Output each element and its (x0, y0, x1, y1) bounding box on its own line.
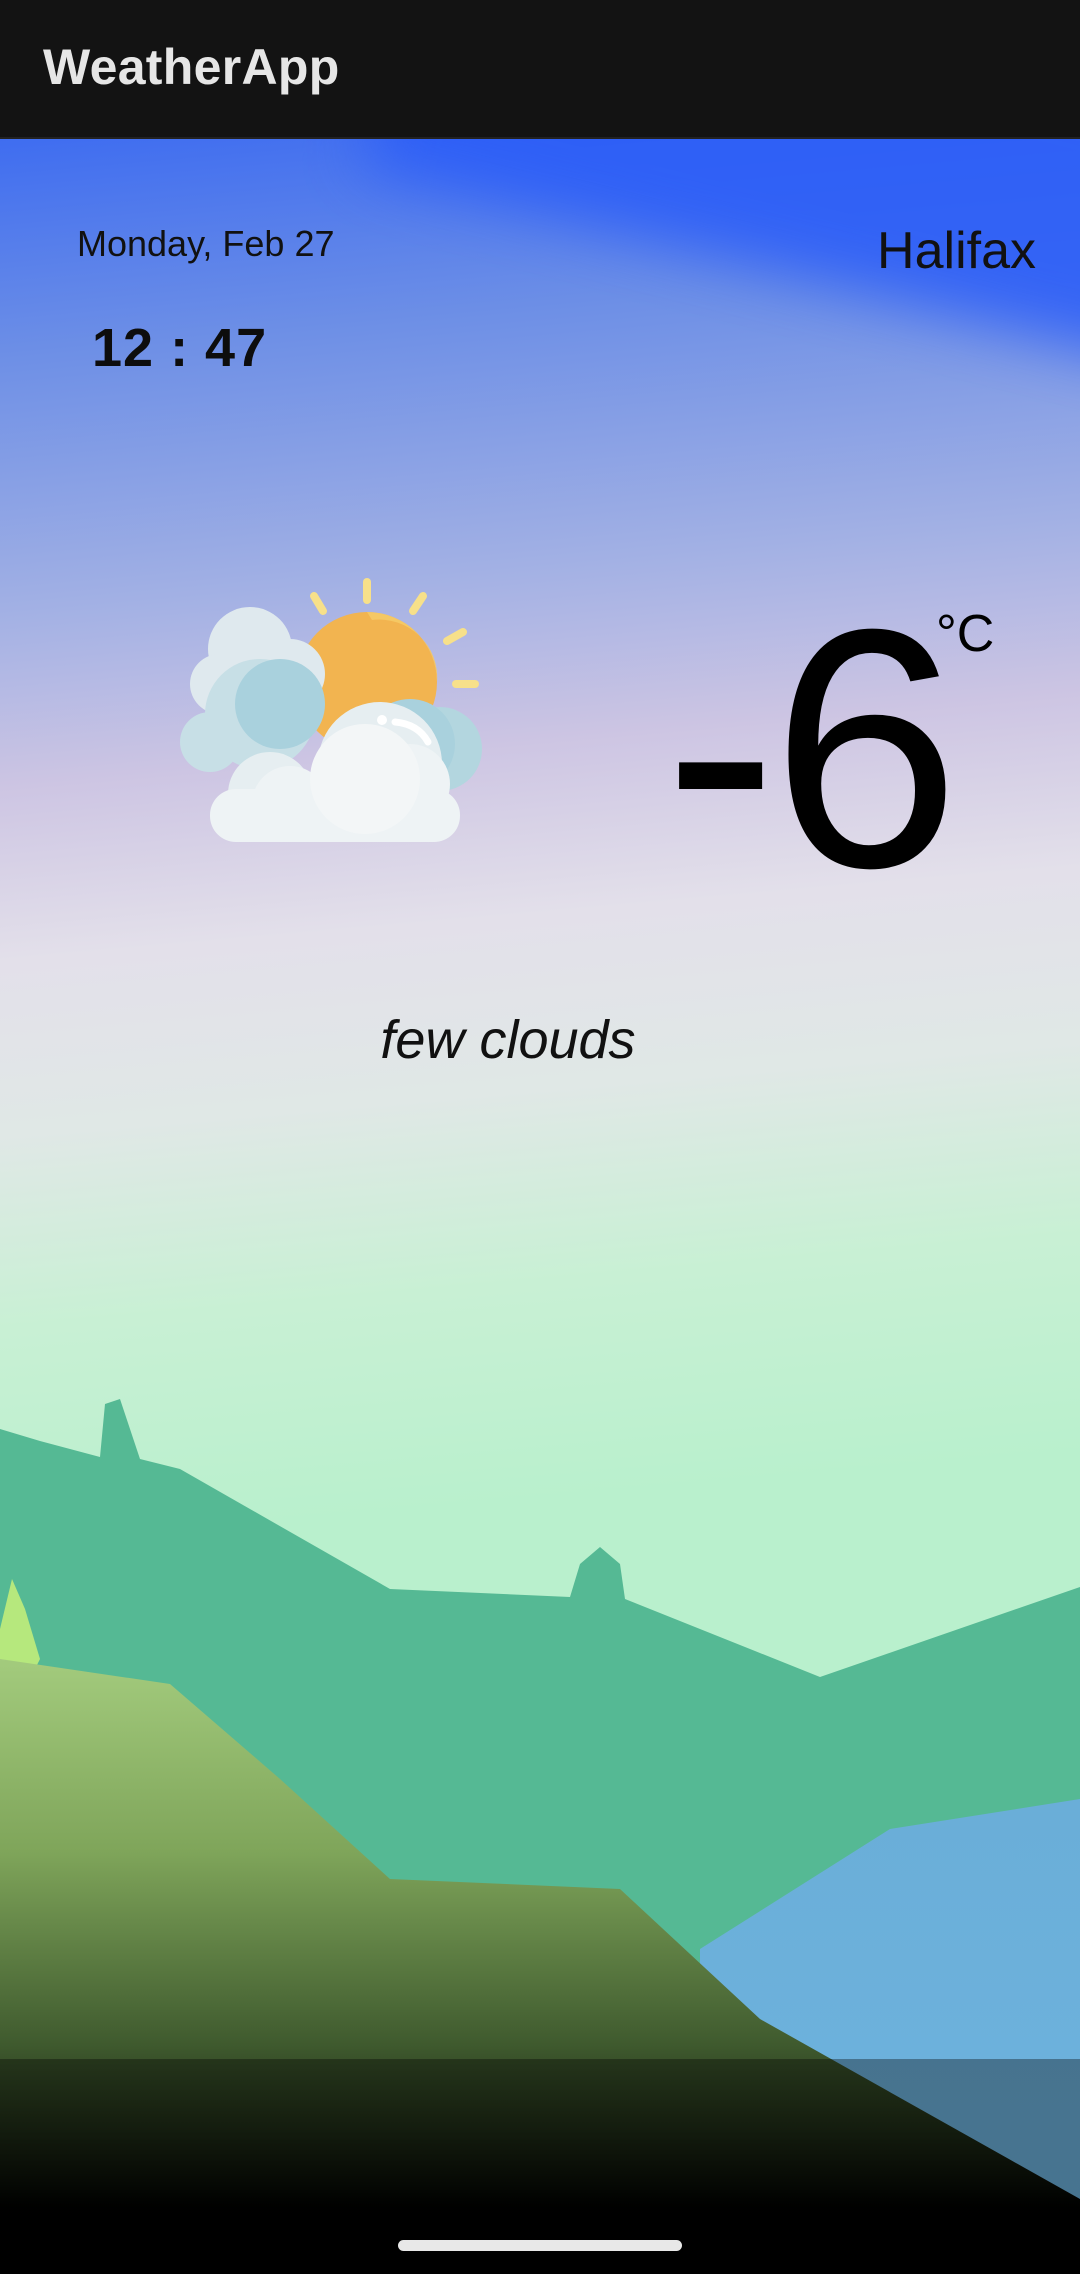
weather-screen: Monday, Feb 27 12 : 47 Halifax -6 °C few… (0, 139, 1080, 2210)
date-label: Monday, Feb 27 (77, 223, 335, 264)
temperature-value: -6 (664, 559, 960, 939)
partly-cloudy-icon (180, 578, 482, 842)
system-nav-bar (0, 2210, 1080, 2274)
weather-app: WeatherApp Monday, Feb 27 12: 47 Halifa… (0, 0, 1080, 2274)
time-label: 12 : 47 (92, 318, 268, 378)
app-bar: WeatherApp (0, 0, 1080, 139)
weather-condition: few clouds (380, 1010, 636, 1070)
city-label: Halifax (877, 222, 1036, 280)
temperature-unit: °C (936, 605, 995, 663)
home-gesture-handle[interactable] (398, 2240, 682, 2251)
landscape-background (0, 1399, 1080, 2210)
bottom-fade (0, 2059, 1080, 2210)
app-title: WeatherApp (43, 39, 340, 95)
